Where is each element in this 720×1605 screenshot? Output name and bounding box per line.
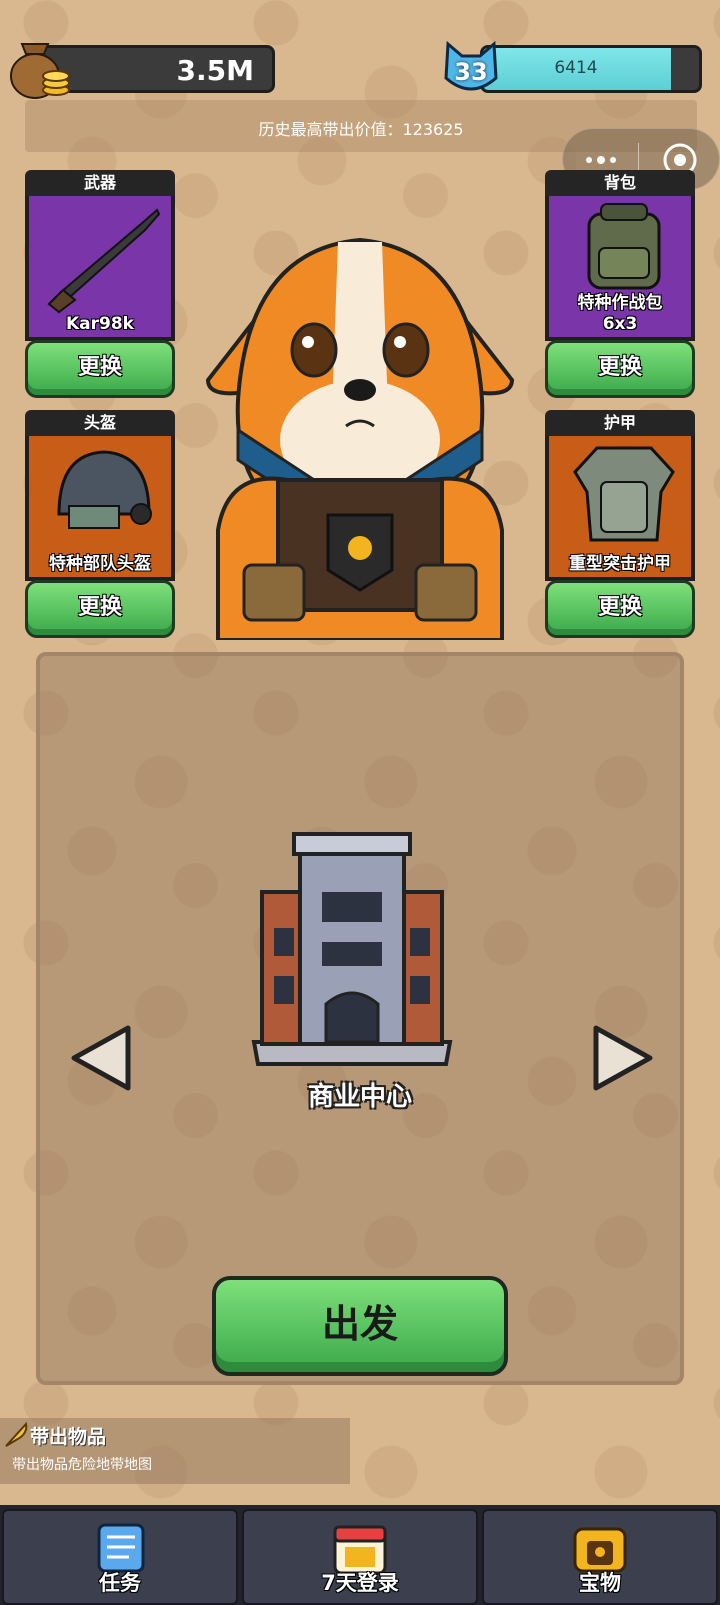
nav-seven-day-login-label: 7天登录 [321, 1571, 399, 1595]
xp-bar: 6414 [480, 45, 702, 93]
map-name: 商业中心 [307, 1082, 412, 1112]
backpack-name: 特种作战包 6x3 [577, 293, 663, 334]
armor-slot[interactable]: 护甲 重型突击护甲 [545, 410, 695, 581]
bottom-nav: 任务 7天登录 宝物 [0, 1505, 720, 1605]
coin-bag-icon [10, 43, 70, 99]
feather-icon [5, 1421, 28, 1447]
nav-tasks-label: 任务 [99, 1571, 141, 1595]
helmet-card[interactable]: 特种部队头盔 [25, 436, 175, 581]
depart-button[interactable]: 出发 [212, 1276, 508, 1376]
weapon-slot[interactable]: 武器 Kar98k [25, 170, 175, 341]
nav-seven-day-login[interactable]: 7天登录 [242, 1509, 478, 1605]
carry-items-banner[interactable]: 带出物品 带出物品危险地带地图 [0, 1418, 350, 1484]
helmet-swap-button[interactable]: 更换 [25, 580, 175, 638]
backpack-slot[interactable]: 背包 特种作战包 6x3 [545, 170, 695, 341]
building-map-icon[interactable] [248, 832, 456, 1072]
more-dots-icon[interactable] [583, 149, 619, 171]
helmet-icon [57, 450, 152, 529]
weapon-name: Kar98k [66, 314, 134, 334]
helmet-name: 特种部队头盔 [49, 554, 151, 574]
coin-value: 3.5M [176, 54, 254, 87]
carry-items-desc: 带出物品危险地带地图 [12, 1457, 152, 1473]
armor-swap-button[interactable]: 更换 [545, 580, 695, 638]
armor-card[interactable]: 重型突击护甲 [545, 436, 695, 581]
corgi-character [205, 237, 515, 640]
rifle-icon [47, 208, 161, 314]
backpack-swap-button[interactable]: 更换 [545, 340, 695, 398]
nav-tasks[interactable]: 任务 [2, 1509, 238, 1605]
carry-items-title: 带出物品 [30, 1426, 107, 1448]
map-selector-panel: 商业中心 出发 [36, 652, 684, 1385]
nav-treasure[interactable]: 宝物 [482, 1509, 718, 1605]
helmet-slot-header: 头盔 [25, 410, 175, 436]
body-armor-icon [573, 446, 675, 542]
nav-treasure-label: 宝物 [579, 1571, 621, 1595]
backpack-slot-header: 背包 [545, 170, 695, 196]
armor-slot-header: 护甲 [545, 410, 695, 436]
weapon-card[interactable]: Kar98k [25, 196, 175, 341]
helmet-slot[interactable]: 头盔 特种部队头盔 [25, 410, 175, 581]
coin-counter: 3.5M [40, 45, 275, 93]
xp-value: 6414 [554, 58, 598, 78]
backpack-icon [587, 203, 661, 290]
weapon-swap-button[interactable]: 更换 [25, 340, 175, 398]
armor-name: 重型突击护甲 [569, 554, 671, 574]
backpack-card[interactable]: 特种作战包 6x3 [545, 196, 695, 341]
weapon-slot-header: 武器 [25, 170, 175, 196]
player-level: 33 [454, 58, 488, 86]
